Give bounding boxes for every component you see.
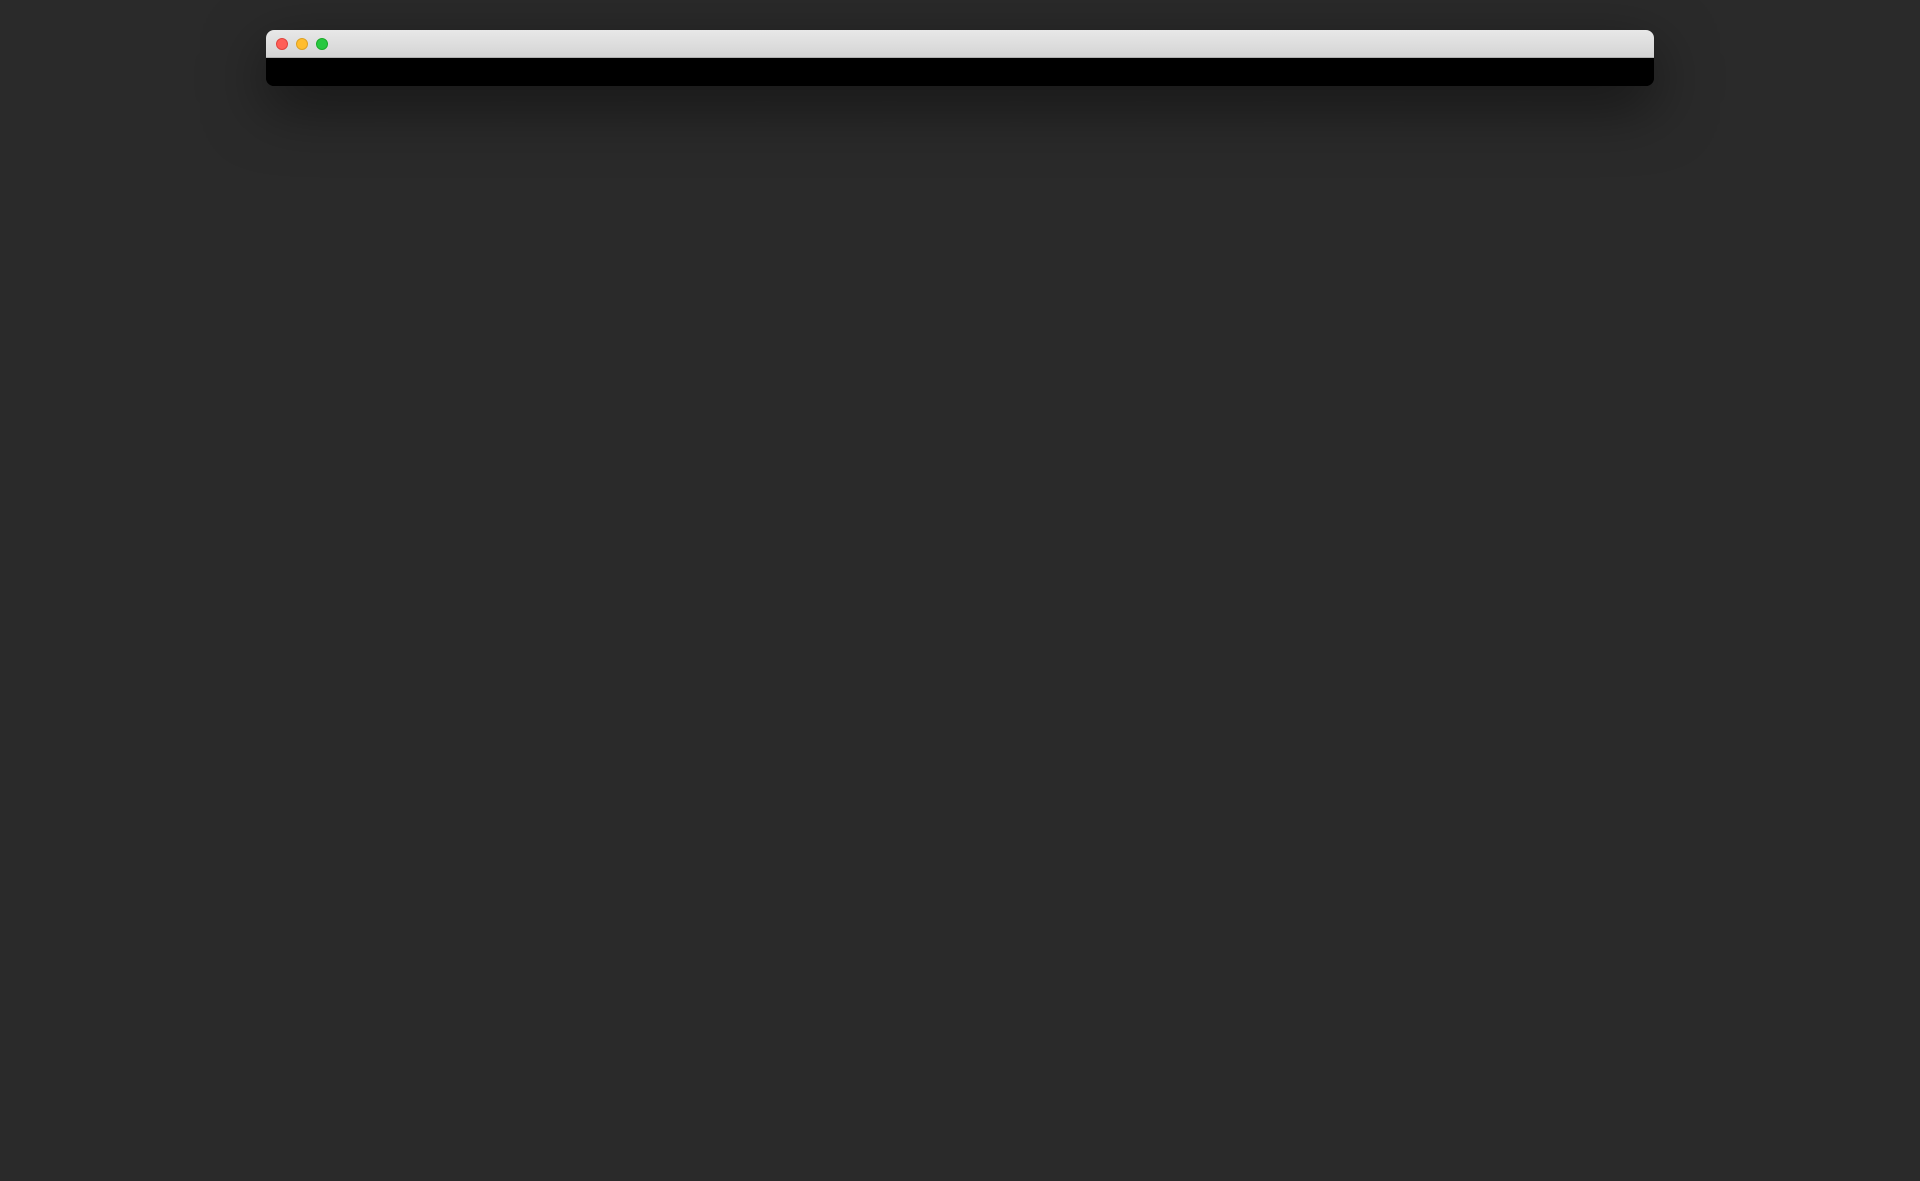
minimize-button[interactable] — [296, 38, 308, 50]
maximize-button[interactable] — [316, 38, 328, 50]
window-titlebar[interactable] — [266, 30, 1654, 58]
traffic-lights — [276, 38, 328, 50]
terminal-output[interactable] — [266, 58, 1654, 86]
close-button[interactable] — [276, 38, 288, 50]
terminal-window — [266, 30, 1654, 86]
